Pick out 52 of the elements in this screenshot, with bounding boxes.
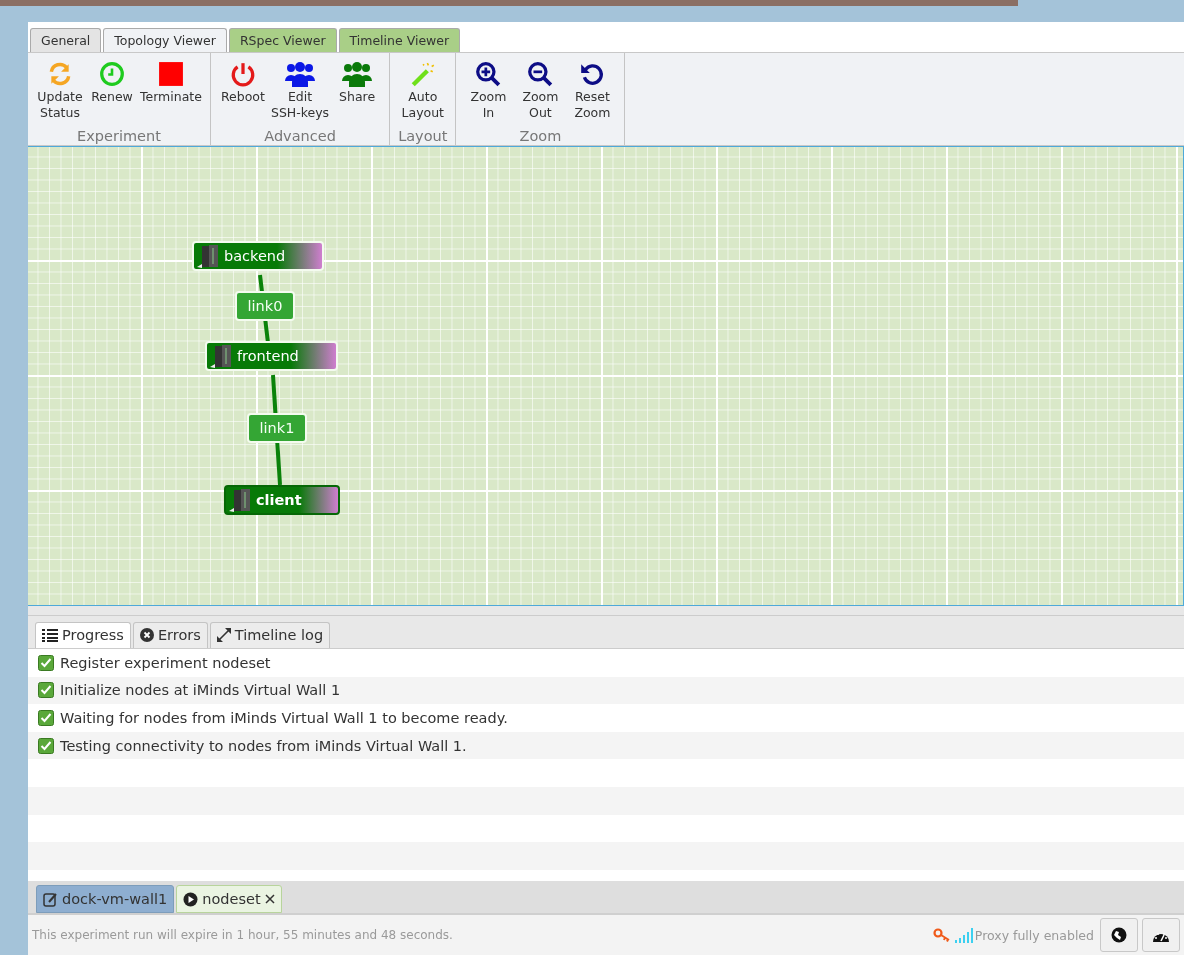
error-icon (139, 628, 154, 642)
proxy-status: Proxy fully enabled (974, 927, 1094, 943)
topology-node[interactable]: backend (192, 241, 324, 271)
toolbar-button[interactable]: Share (333, 53, 382, 128)
toolbar-button[interactable]: Reboot (218, 53, 267, 128)
clock-icon (99, 61, 125, 87)
reset-icon (579, 61, 606, 87)
edit-icon (43, 891, 58, 907)
log-entry: Initialize nodes at iMinds Virtual Wall 1 (60, 682, 341, 699)
toolbar-button[interactable]: Renew (88, 53, 136, 128)
log-tab[interactable]: Timeline log (209, 622, 331, 648)
key-icon (932, 928, 951, 942)
power-icon (229, 61, 256, 87)
tab[interactable]: Timeline Viewer (338, 28, 461, 52)
zoom-out-icon (527, 61, 554, 87)
log-entry: Testing connectivity to nodes from iMinds Virtual Wall 1. (60, 737, 467, 754)
users-icon (342, 61, 373, 87)
topology-node[interactable]: frontend (205, 341, 338, 371)
tab[interactable]: General (30, 28, 102, 52)
dashboard-button[interactable] (1142, 918, 1180, 952)
log-entry: Waiting for nodes from iMinds Virtual Wall 1 to become ready. (60, 710, 508, 726)
log-tab[interactable]: Errors (132, 622, 208, 648)
list-icon (42, 628, 58, 642)
log-tab[interactable]: Progress (35, 622, 131, 648)
play-icon (183, 891, 199, 907)
globe-button[interactable] (1100, 918, 1138, 952)
signal-icon (954, 927, 973, 943)
toolbar-button[interactable]: Reset Zoom (568, 53, 617, 128)
toolbar-button[interactable]: Auto Layout (398, 53, 447, 128)
document-tab[interactable]: nodeset (176, 885, 282, 913)
refresh-icon (47, 61, 73, 87)
zoom-in-icon (475, 61, 502, 87)
magic-wand-icon (409, 61, 436, 87)
log-entry: Register experiment nodeset (60, 654, 271, 671)
expand-icon (216, 628, 231, 642)
document-tab[interactable]: dock-vm-wall1 (36, 885, 175, 913)
group-title: Advanced (264, 128, 336, 144)
close-icon[interactable] (264, 894, 275, 904)
group-title: Zoom (519, 128, 562, 144)
tab[interactable]: Topology Viewer (103, 28, 227, 52)
toolbar-button[interactable]: Terminate (140, 53, 202, 128)
toolbar-button[interactable]: Zoom Out (516, 53, 565, 128)
stop-icon (157, 61, 184, 87)
group-title: Layout (398, 128, 448, 144)
tab[interactable]: RSpec Viewer (228, 28, 337, 52)
toolbar-button[interactable]: Update Status (36, 53, 84, 128)
group-title: Experiment (77, 128, 161, 144)
toolbar-button[interactable]: Edit SSH-keys (270, 53, 330, 128)
topology-node[interactable]: client (224, 485, 340, 515)
users-icon (285, 61, 316, 87)
toolbar-button[interactable]: Zoom In (464, 53, 513, 128)
status-message: This experiment run will expire in 1 hour, 55 minutes and 48 seconds. (32, 928, 454, 942)
